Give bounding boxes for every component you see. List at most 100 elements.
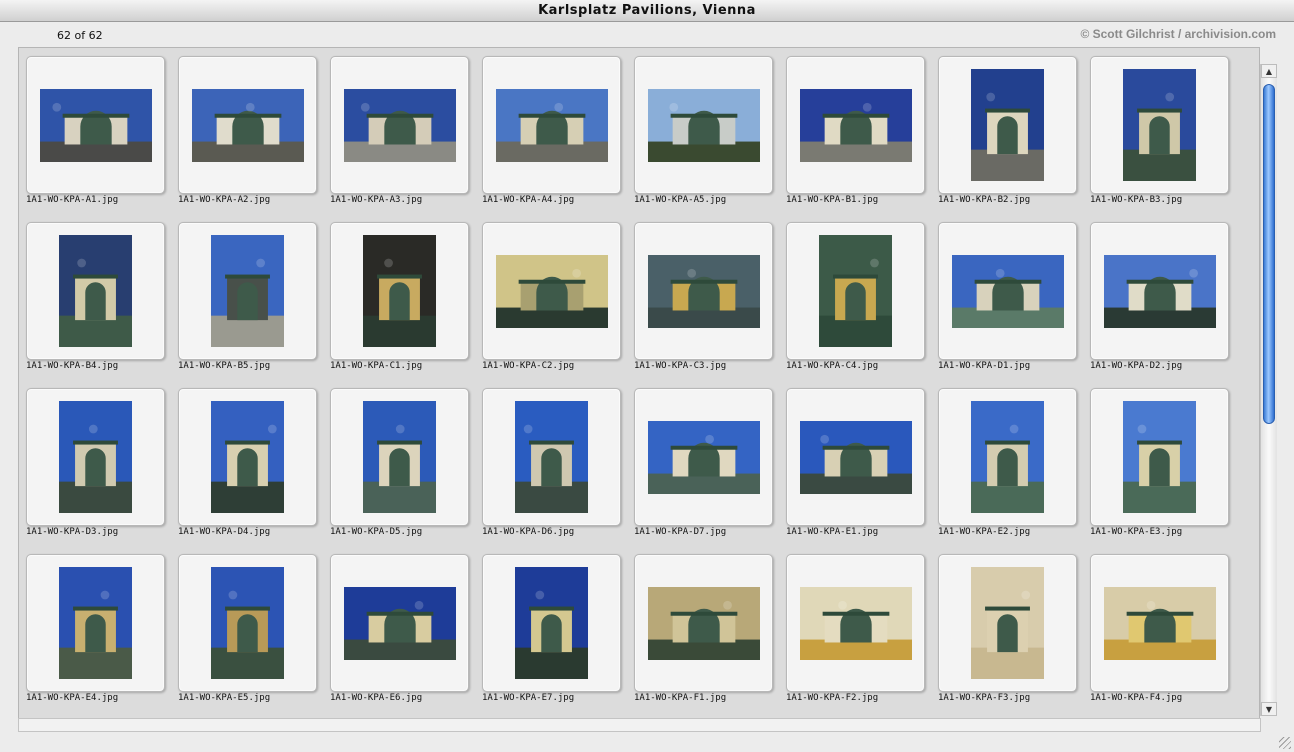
photo-thumbnail[interactable]	[1123, 401, 1196, 513]
slide-frame[interactable]	[330, 222, 469, 360]
slide-frame[interactable]	[26, 222, 165, 360]
slide-frame[interactable]	[634, 388, 773, 526]
photo-thumbnail[interactable]	[799, 88, 912, 162]
photo-thumbnail[interactable]	[211, 401, 284, 513]
slide-frame[interactable]	[26, 388, 165, 526]
photo-thumbnail[interactable]	[211, 567, 284, 679]
slide-frame[interactable]	[634, 554, 773, 692]
photo-thumbnail[interactable]	[515, 567, 588, 679]
thumbnail-item[interactable]: 1A1-WO-KPA-D7.jpg	[633, 386, 785, 552]
photo-thumbnail[interactable]	[495, 88, 608, 162]
slide-frame[interactable]	[786, 388, 925, 526]
photo-thumbnail[interactable]	[191, 88, 304, 162]
resize-grip-icon[interactable]	[1279, 737, 1291, 749]
slide-frame[interactable]	[26, 554, 165, 692]
thumbnail-item[interactable]: 1A1-WO-KPA-E3.jpg	[1089, 386, 1241, 552]
thumbnail-item[interactable]: 1A1-WO-KPA-A2.jpg	[177, 54, 329, 220]
photo-thumbnail[interactable]	[647, 88, 760, 162]
arrow-down-icon[interactable]: ▼	[1261, 702, 1277, 716]
arrow-up-icon[interactable]: ▲	[1261, 64, 1277, 78]
slide-frame[interactable]	[938, 554, 1077, 692]
photo-thumbnail[interactable]	[647, 254, 760, 328]
slide-frame[interactable]	[482, 388, 621, 526]
scroll-thumb[interactable]	[1263, 84, 1275, 424]
thumbnail-item[interactable]: 1A1-WO-KPA-A4.jpg	[481, 54, 633, 220]
photo-thumbnail[interactable]	[971, 69, 1044, 181]
thumbnail-item[interactable]: 1A1-WO-KPA-B5.jpg	[177, 220, 329, 386]
slide-frame[interactable]	[178, 388, 317, 526]
slide-frame[interactable]	[634, 56, 773, 194]
slide-frame[interactable]	[786, 554, 925, 692]
thumbnail-item[interactable]: 1A1-WO-KPA-C4.jpg	[785, 220, 937, 386]
thumbnail-item[interactable]: 1A1-WO-KPA-E4.jpg	[25, 552, 177, 718]
thumbnail-item[interactable]: 1A1-WO-KPA-F4.jpg	[1089, 552, 1241, 718]
thumbnail-item[interactable]: 1A1-WO-KPA-B3.jpg	[1089, 54, 1241, 220]
thumbnail-item[interactable]: 1A1-WO-KPA-E1.jpg	[785, 386, 937, 552]
photo-thumbnail[interactable]	[343, 88, 456, 162]
thumbnail-item[interactable]: 1A1-WO-KPA-D4.jpg	[177, 386, 329, 552]
thumbnail-item[interactable]: 1A1-WO-KPA-E7.jpg	[481, 552, 633, 718]
slide-frame[interactable]	[482, 222, 621, 360]
photo-thumbnail[interactable]	[799, 420, 912, 494]
thumbnail-item[interactable]: 1A1-WO-KPA-B2.jpg	[937, 54, 1089, 220]
slide-frame[interactable]	[938, 222, 1077, 360]
thumbnail-item[interactable]: 1A1-WO-KPA-C3.jpg	[633, 220, 785, 386]
slide-frame[interactable]	[330, 56, 469, 194]
slide-frame[interactable]	[938, 388, 1077, 526]
slide-frame[interactable]	[178, 554, 317, 692]
thumbnail-item[interactable]: 1A1-WO-KPA-A1.jpg	[25, 54, 177, 220]
thumbnail-item[interactable]: 1A1-WO-KPA-F1.jpg	[633, 552, 785, 718]
photo-thumbnail[interactable]	[799, 586, 912, 660]
slide-frame[interactable]	[786, 222, 925, 360]
photo-thumbnail[interactable]	[211, 235, 284, 347]
photo-thumbnail[interactable]	[515, 401, 588, 513]
slide-frame[interactable]	[330, 388, 469, 526]
thumbnail-item[interactable]: 1A1-WO-KPA-D2.jpg	[1089, 220, 1241, 386]
slide-frame[interactable]	[178, 222, 317, 360]
photo-thumbnail[interactable]	[343, 586, 456, 660]
slide-frame[interactable]	[26, 56, 165, 194]
photo-thumbnail[interactable]	[363, 401, 436, 513]
photo-thumbnail[interactable]	[495, 254, 608, 328]
photo-thumbnail[interactable]	[39, 88, 152, 162]
thumbnail-item[interactable]: 1A1-WO-KPA-B1.jpg	[785, 54, 937, 220]
photo-thumbnail[interactable]	[1103, 254, 1216, 328]
thumbnail-item[interactable]: 1A1-WO-KPA-D3.jpg	[25, 386, 177, 552]
slide-frame[interactable]	[634, 222, 773, 360]
photo-thumbnail[interactable]	[971, 401, 1044, 513]
vertical-scrollbar[interactable]: ▲ ▼	[1260, 64, 1277, 716]
thumbnail-item[interactable]: 1A1-WO-KPA-C1.jpg	[329, 220, 481, 386]
slide-frame[interactable]	[938, 56, 1077, 194]
photo-thumbnail[interactable]	[819, 235, 892, 347]
thumbnail-item[interactable]: 1A1-WO-KPA-E5.jpg	[177, 552, 329, 718]
slide-frame[interactable]	[482, 56, 621, 194]
photo-thumbnail[interactable]	[647, 420, 760, 494]
thumbnail-item[interactable]: 1A1-WO-KPA-D1.jpg	[937, 220, 1089, 386]
thumbnail-item[interactable]: 1A1-WO-KPA-C2.jpg	[481, 220, 633, 386]
photo-thumbnail[interactable]	[647, 586, 760, 660]
slide-frame[interactable]	[1090, 56, 1229, 194]
thumbnail-item[interactable]: 1A1-WO-KPA-A3.jpg	[329, 54, 481, 220]
slide-frame[interactable]	[1090, 554, 1229, 692]
thumbnail-item[interactable]: 1A1-WO-KPA-E2.jpg	[937, 386, 1089, 552]
slide-frame[interactable]	[178, 56, 317, 194]
thumbnail-item[interactable]: 1A1-WO-KPA-D5.jpg	[329, 386, 481, 552]
thumbnail-item[interactable]: 1A1-WO-KPA-B4.jpg	[25, 220, 177, 386]
thumbnail-item[interactable]: 1A1-WO-KPA-A5.jpg	[633, 54, 785, 220]
slide-frame[interactable]	[1090, 388, 1229, 526]
horizontal-scrollbar[interactable]	[18, 718, 1261, 732]
slide-frame[interactable]	[1090, 222, 1229, 360]
thumbnail-item[interactable]: 1A1-WO-KPA-E6.jpg	[329, 552, 481, 718]
photo-thumbnail[interactable]	[1103, 586, 1216, 660]
photo-thumbnail[interactable]	[59, 235, 132, 347]
thumbnail-item[interactable]: 1A1-WO-KPA-F3.jpg	[937, 552, 1089, 718]
photo-thumbnail[interactable]	[1123, 69, 1196, 181]
photo-thumbnail[interactable]	[971, 567, 1044, 679]
thumbnail-item[interactable]: 1A1-WO-KPA-F2.jpg	[785, 552, 937, 718]
slide-frame[interactable]	[330, 554, 469, 692]
slide-frame[interactable]	[786, 56, 925, 194]
photo-thumbnail[interactable]	[363, 235, 436, 347]
photo-thumbnail[interactable]	[951, 254, 1064, 328]
thumbnail-item[interactable]: 1A1-WO-KPA-D6.jpg	[481, 386, 633, 552]
photo-thumbnail[interactable]	[59, 401, 132, 513]
